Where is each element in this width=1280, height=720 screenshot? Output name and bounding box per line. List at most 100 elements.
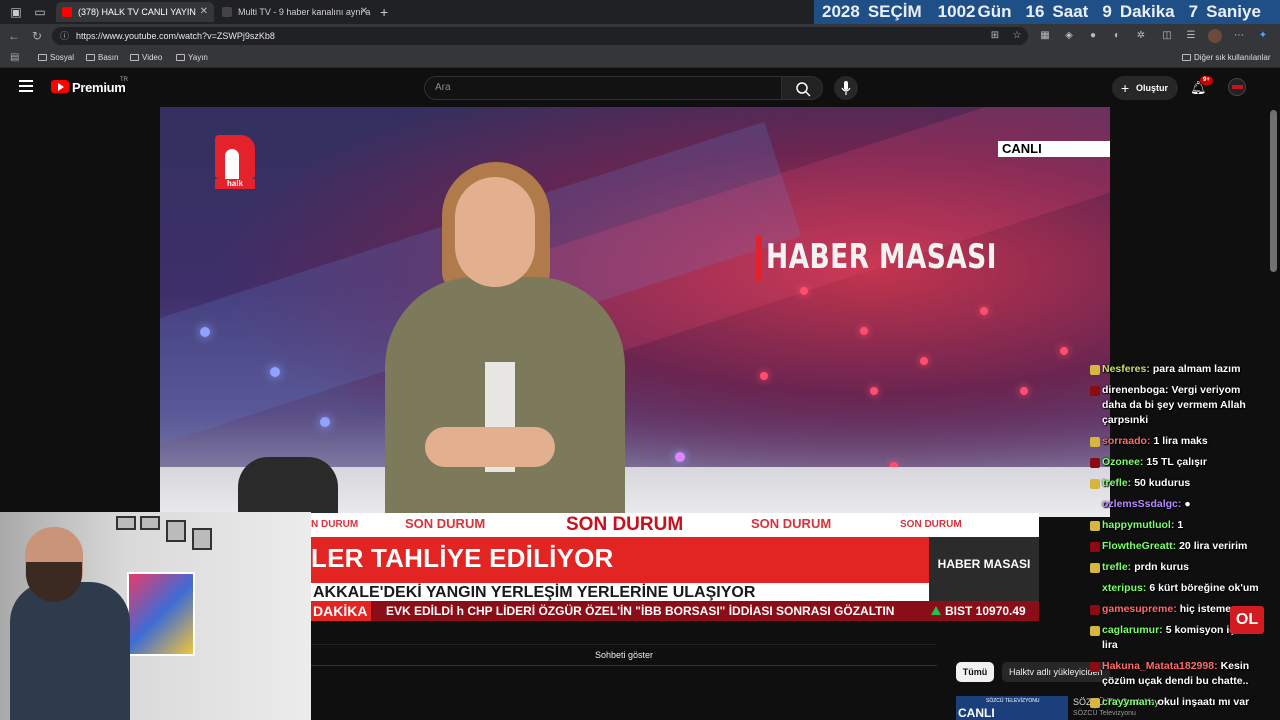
background-light — [920, 357, 928, 365]
chat-badge-icon — [1090, 662, 1100, 672]
chat-badge-icon — [1090, 698, 1100, 708]
background-light — [800, 287, 808, 295]
chat-badge-icon — [1090, 563, 1100, 573]
chat-text: 15 TL çalışır — [1146, 456, 1207, 468]
new-tab-button[interactable]: + — [380, 3, 388, 21]
extension-icon[interactable]: ◈ — [1062, 29, 1076, 43]
close-tab-icon[interactable]: ✕ — [360, 2, 368, 22]
search-button[interactable] — [781, 76, 823, 100]
profile-avatar[interactable] — [1208, 29, 1222, 43]
bookmark-folder-basin[interactable]: Basın — [86, 51, 118, 65]
browser-tab-bar: ▣ ▭ (378) HALK TV CANLI YAYIN ✕ Multi TV… — [0, 0, 1280, 24]
multi-tv-favicon-icon — [222, 7, 232, 17]
son-durum-strip: N DURUM SON DURUM SON DURUM SON DURUM SO… — [311, 513, 1039, 537]
back-icon[interactable]: ← — [8, 29, 20, 43]
background-light — [760, 372, 768, 380]
countdown-minutes: 9 — [1102, 2, 1112, 21]
video-player[interactable]: halk CANLI HABER MASASI — [160, 107, 1110, 517]
chat-text: 50 kudurus — [1134, 477, 1191, 489]
bookmark-label: Sosyal — [50, 53, 75, 62]
subline-text: AKKALE'DEKİ YANGIN YERLEŞİM YERLERİNE UL… — [313, 584, 756, 601]
chat-badge-icon — [1090, 365, 1100, 375]
extension-icon[interactable]: ◐ — [1110, 29, 1124, 43]
filter-chip-all[interactable]: Tümü — [956, 662, 994, 682]
tab-halk-tv[interactable]: (378) HALK TV CANLI YAYIN ✕ — [56, 2, 214, 22]
extensions-puzzle-icon[interactable]: ✲ — [1134, 29, 1148, 43]
chat-badge-icon — [1090, 458, 1100, 468]
folder-icon — [1182, 54, 1191, 61]
search-input[interactable]: Ara — [424, 76, 782, 100]
live-label: CANLI — [998, 141, 1110, 157]
recommended-video-thumbnail[interactable]: SÖZCÜ TELEVİZYONU CANLI — [956, 696, 1068, 720]
chat-badge-icon — [1090, 386, 1100, 396]
folder-icon — [176, 54, 185, 61]
streamer — [10, 582, 130, 720]
show-chat-button[interactable]: Sohbeti göster — [311, 644, 937, 666]
address-bar[interactable]: ⓘ https://www.youtube.com/watch?v=ZSWPj9… — [52, 27, 1028, 45]
channel-avatar[interactable] — [1228, 78, 1246, 96]
bookmark-folder-video[interactable]: Video — [130, 51, 162, 65]
chat-username: direnenboga: — [1102, 384, 1169, 396]
extension-icon[interactable]: ● — [1086, 29, 1100, 43]
reader-mode-icon[interactable]: ⊞ — [988, 29, 1002, 43]
program-title: HABER MASASI — [766, 237, 997, 277]
countdown-seconds-label: Saniye — [1206, 2, 1261, 21]
favorite-star-icon[interactable]: ☆ — [1010, 29, 1024, 43]
tab-multi-tv[interactable]: Multi TV - 9 haber kanalını aynı a ✕ — [216, 2, 374, 22]
chat-username: xteripus: — [1102, 582, 1147, 594]
chat-username: crayyman: — [1102, 696, 1155, 708]
bookmark-manager-icon[interactable]: ▤ — [10, 51, 19, 65]
youtube-logo-icon[interactable] — [51, 80, 69, 93]
son-durum-label: SON DURUM — [566, 514, 684, 535]
site-info-icon[interactable]: ⓘ — [60, 27, 69, 45]
bookmark-label: Diğer sık kullanılanlar — [1194, 53, 1271, 62]
refresh-icon[interactable]: ↻ — [32, 29, 42, 43]
stream-chat-overlay: Nesferes: para almam lazım direnenboga: Ver… — [1088, 362, 1266, 720]
bookmark-folder-sosyal[interactable]: Sosyal — [38, 51, 74, 65]
background-light — [870, 387, 878, 395]
chat-badge-icon — [1090, 437, 1100, 447]
chat-username: ozlemsSsdalgc: — [1102, 498, 1182, 510]
chat-message: crayyman: okul inşaatı mı var — [1088, 695, 1266, 710]
chat-username: Nesferes: — [1102, 363, 1150, 375]
chat-username: Hakuna_Matata182998: — [1102, 660, 1218, 672]
bookmarks-bar: ▤ Sosyal Basın Video Yayın Diğer sık kul… — [0, 48, 1280, 68]
countdown-minutes-label: Dakika — [1119, 2, 1175, 21]
halk-h-mark — [215, 135, 255, 179]
copilot-icon[interactable]: ✦ — [1256, 29, 1270, 43]
collections-icon[interactable]: ☰ — [1184, 29, 1198, 43]
background-light — [980, 307, 988, 315]
chat-message: ozlemsSsdalgc: ● — [1088, 497, 1266, 512]
bookmark-folder-yayin[interactable]: Yayın — [176, 51, 208, 65]
more-menu-icon[interactable]: ⋯ — [1232, 29, 1246, 43]
create-button[interactable]: + Oluştur — [1112, 76, 1178, 100]
countdown-seconds: 7 — [1188, 2, 1199, 21]
bookmark-label: Video — [142, 53, 163, 62]
program-title-accent — [756, 235, 762, 281]
son-durum-label: SON DURUM — [405, 516, 486, 531]
bist-value: BIST 10970.49 — [945, 604, 1026, 618]
headline-bar: LER TAHLİYE EDİLİYOR — [311, 537, 929, 583]
chat-text: 6 kürt böreğine ok'um — [1149, 582, 1259, 594]
chat-message: Hakuna_Matata182998: Kesin çözüm uçak den… — [1088, 659, 1266, 689]
extension-grid-icon[interactable]: ▦ — [1038, 29, 1052, 43]
picture-frame — [116, 516, 136, 530]
page-scrollbar-thumb[interactable] — [1270, 110, 1277, 272]
youtube-premium-label[interactable]: Premium — [72, 80, 126, 95]
halk-logo-word: halk — [215, 179, 255, 189]
background-light — [860, 327, 868, 335]
chat-username: happymutluol: — [1102, 519, 1175, 531]
son-durum-label: N DURUM — [311, 519, 359, 530]
youtube-header: Premium TR Ara + Oluştur 🔔︎ 9+ — [0, 68, 1280, 108]
countdown-hours: 16 — [1025, 2, 1045, 21]
chat-text: 1 lira maks — [1153, 435, 1208, 447]
subline-bar: AKKALE'DEKİ YANGIN YERLEŞİM YERLERİNE UL… — [311, 583, 929, 603]
close-tab-icon[interactable]: ✕ — [200, 2, 208, 22]
workspaces-icon[interactable]: ▣ — [8, 4, 24, 20]
voice-search-button[interactable] — [834, 76, 858, 100]
other-bookmarks[interactable]: Diğer sık kullanılanlar — [1182, 51, 1270, 65]
split-screen-icon[interactable]: ◫ — [1160, 29, 1174, 43]
hamburger-menu-icon[interactable] — [19, 80, 33, 92]
tab-actions-icon[interactable]: ▭ — [32, 4, 48, 20]
chat-text: 1 — [1177, 519, 1184, 531]
